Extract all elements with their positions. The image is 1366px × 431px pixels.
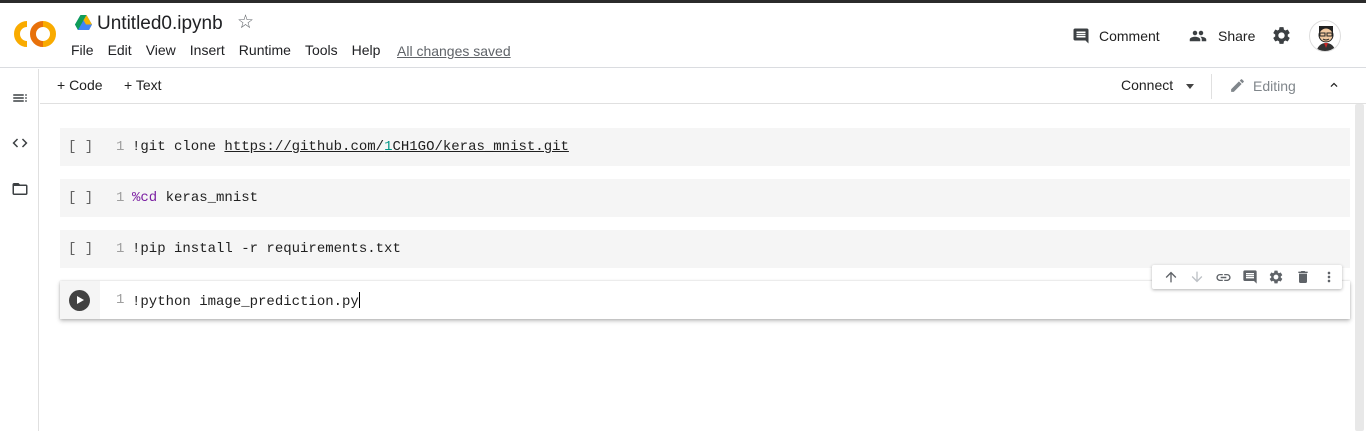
share-icon — [1189, 30, 1207, 42]
menu-view[interactable]: View — [146, 42, 176, 62]
add-text-button[interactable]: + Text — [124, 77, 162, 93]
settings-icon[interactable] — [1271, 25, 1292, 46]
code-cell[interactable]: [ ] 1 %cd keras_mnist — [60, 179, 1350, 217]
cell-run-indicator[interactable]: [ ] — [68, 190, 93, 206]
cell-gutter — [60, 281, 100, 319]
share-label: Share — [1218, 28, 1256, 44]
menu-edit[interactable]: Edit — [108, 42, 132, 62]
header: Untitled0.ipynb ☆ File Edit View Insert … — [0, 3, 1366, 68]
editing-label: Editing — [1253, 77, 1296, 94]
connect-button[interactable]: Connect — [1121, 77, 1173, 93]
text-cursor — [358, 292, 360, 308]
code-cell[interactable]: [ ] 1 !git clone https://github.com/1CH1… — [60, 128, 1350, 166]
move-down-icon[interactable] — [1184, 265, 1210, 289]
menu-runtime[interactable]: Runtime — [239, 42, 291, 62]
line-number: 1 — [116, 190, 125, 206]
menu-help[interactable]: Help — [352, 42, 381, 62]
avatar-cartoon — [1316, 26, 1336, 51]
code-snippets-icon[interactable] — [11, 134, 29, 152]
link-part: https://github.com/ — [224, 139, 385, 155]
comment-icon[interactable] — [1237, 265, 1263, 289]
cell-toolbar — [1152, 265, 1342, 289]
save-status[interactable]: All changes saved — [397, 43, 511, 59]
code-text: !python image_prediction.py — [132, 294, 359, 310]
code-bang: !git clone — [132, 139, 225, 155]
move-up-icon[interactable] — [1158, 265, 1184, 289]
notebook-title[interactable]: Untitled0.ipynb — [97, 13, 223, 35]
menu-tools[interactable]: Tools — [305, 42, 338, 62]
drive-icon[interactable] — [75, 15, 92, 30]
cell-code[interactable]: !git clone https://github.com/1CH1GO/ker… — [132, 139, 569, 155]
link-part: CH1GO/keras_mnist.git — [392, 139, 569, 155]
avatar[interactable] — [1309, 20, 1341, 52]
code-text: keras_mnist — [157, 190, 259, 206]
share-button[interactable]: Share — [1187, 26, 1255, 46]
delete-icon[interactable] — [1289, 265, 1315, 289]
code-cell[interactable]: [ ] 1 !pip install -r requirements.txt — [60, 230, 1350, 268]
cell-code[interactable]: !pip install -r requirements.txt — [132, 241, 401, 257]
notebook-toolbar: + Code + Text Connect Editing — [40, 69, 1366, 104]
collapse-icon[interactable] — [1327, 78, 1341, 92]
line-number: 1 — [116, 292, 125, 308]
code-link[interactable]: https://github.com/1CH1GO/keras_mnist.gi… — [224, 139, 568, 155]
comment-label: Comment — [1099, 28, 1160, 44]
edit-icon — [1231, 79, 1244, 92]
comment-button[interactable]: Comment — [1072, 26, 1160, 46]
files-icon[interactable] — [11, 180, 29, 198]
left-sidebar — [0, 69, 39, 431]
cell-code[interactable]: !python image_prediction.py — [132, 292, 360, 310]
star-icon[interactable]: ☆ — [237, 12, 254, 34]
more-icon[interactable] — [1316, 265, 1342, 289]
editing-mode-button[interactable]: Editing — [1229, 77, 1296, 94]
colab-logo[interactable] — [13, 20, 57, 48]
scrollbar[interactable] — [1355, 104, 1364, 431]
toolbar-divider — [1211, 74, 1212, 99]
menu-bar: File Edit View Insert Runtime Tools Help — [71, 42, 394, 62]
line-number: 1 — [116, 241, 125, 257]
cell-run-indicator[interactable]: [ ] — [68, 139, 93, 155]
cell-code[interactable]: %cd keras_mnist — [132, 190, 258, 206]
chevron-down-icon[interactable] — [1186, 84, 1194, 89]
menu-file[interactable]: File — [71, 42, 94, 62]
link-icon[interactable] — [1211, 265, 1237, 289]
settings-icon[interactable] — [1263, 265, 1289, 289]
toc-icon[interactable] — [11, 89, 29, 107]
comment-icon — [1073, 28, 1089, 44]
magic-command: %cd — [132, 190, 158, 206]
cell-run-indicator[interactable]: [ ] — [68, 241, 93, 257]
menu-insert[interactable]: Insert — [190, 42, 225, 62]
run-icon[interactable] — [69, 290, 90, 311]
line-number: 1 — [116, 139, 125, 155]
add-code-button[interactable]: + Code — [57, 77, 103, 93]
